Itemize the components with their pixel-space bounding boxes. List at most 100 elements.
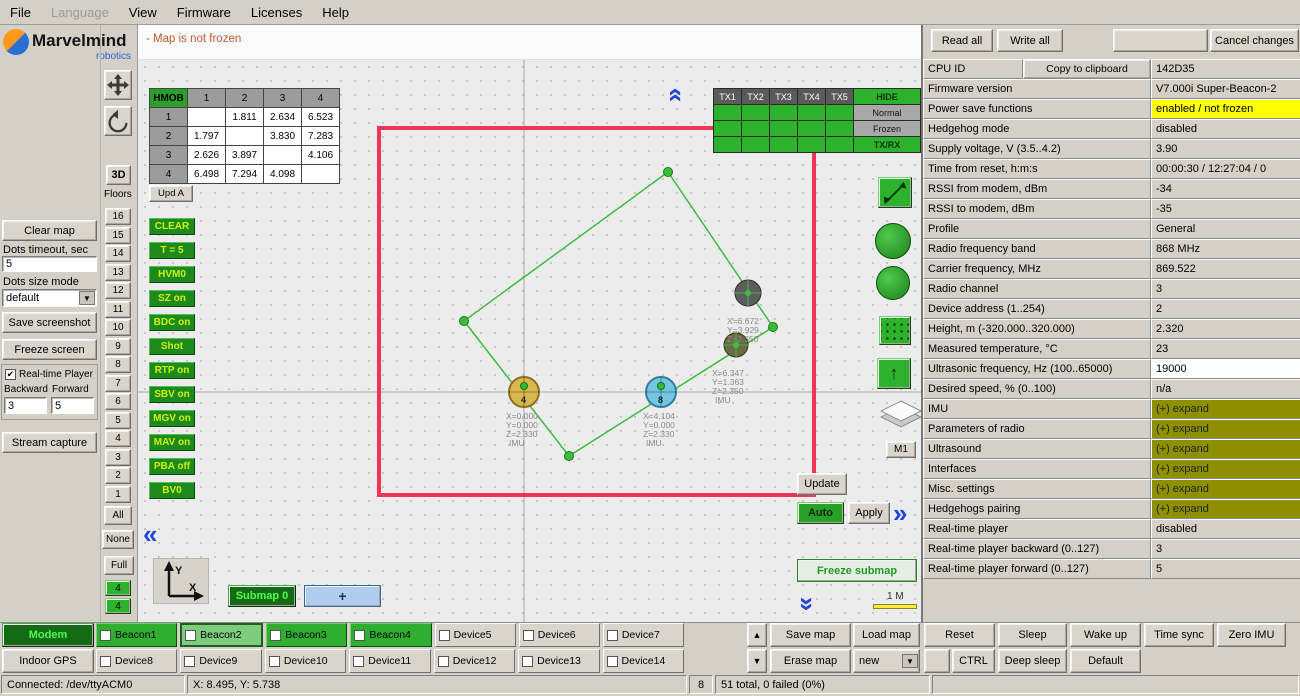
add-submap-button[interactable]: + bbox=[304, 585, 381, 607]
floor-number-button[interactable]: 14 bbox=[105, 245, 131, 262]
tx-cell[interactable] bbox=[742, 121, 769, 136]
tx-cell[interactable] bbox=[742, 137, 769, 152]
parameter-row[interactable]: Time from reset, h:m:s 00:00:30 / 12:27:… bbox=[923, 159, 1300, 179]
map-area[interactable]: - Map is not frozen bbox=[137, 25, 922, 622]
parameter-value[interactable]: (+) expand bbox=[1151, 439, 1300, 459]
update-button[interactable]: Update bbox=[797, 473, 847, 495]
m1-button[interactable]: M1 bbox=[886, 441, 916, 458]
device-checkbox[interactable] bbox=[439, 630, 450, 641]
device-checkbox[interactable] bbox=[269, 656, 280, 667]
cancel-changes-button[interactable]: Cancel changes bbox=[1210, 29, 1299, 52]
device-button[interactable]: Beacon2 bbox=[180, 623, 263, 647]
device-button[interactable]: Device12 bbox=[434, 649, 515, 673]
map-command-button[interactable]: RTP on bbox=[149, 362, 195, 379]
device-checkbox[interactable] bbox=[353, 656, 364, 667]
beacon-8-marker[interactable]: 8 bbox=[646, 377, 676, 407]
read-all-button[interactable]: Read all bbox=[931, 29, 993, 52]
parameter-row[interactable]: Hedgehog mode disabled bbox=[923, 119, 1300, 139]
floor-number-button[interactable]: 13 bbox=[105, 264, 131, 281]
device-checkbox[interactable] bbox=[184, 656, 195, 667]
device-button[interactable]: Beacon4 bbox=[350, 623, 431, 647]
freeze-screen-button[interactable]: Freeze screen bbox=[2, 339, 97, 360]
floors-all-button[interactable]: All bbox=[104, 506, 132, 525]
tx-cell[interactable] bbox=[770, 121, 797, 136]
tx-cell[interactable] bbox=[770, 137, 797, 152]
chevron-down-icon[interactable]: » bbox=[795, 597, 821, 611]
backward-input[interactable] bbox=[4, 397, 47, 414]
device-button[interactable]: Beacon1 bbox=[96, 623, 177, 647]
device-checkbox[interactable] bbox=[523, 630, 534, 641]
map-command-button[interactable]: HVM0 bbox=[149, 266, 195, 283]
submap-0-button[interactable]: Submap 0 bbox=[228, 585, 296, 607]
device-button[interactable]: Device6 bbox=[519, 623, 600, 647]
parameter-value[interactable]: (+) expand bbox=[1151, 419, 1300, 439]
beacon-4-marker[interactable]: 4 bbox=[509, 377, 539, 407]
clear-map-button[interactable]: Clear map bbox=[2, 220, 97, 241]
dots-size-mode-select[interactable]: default ▼ bbox=[2, 289, 97, 307]
parameter-value[interactable]: General bbox=[1151, 219, 1300, 239]
parameter-value[interactable]: n/a bbox=[1151, 379, 1300, 399]
chevron-left-icon[interactable]: « bbox=[143, 521, 157, 547]
map-command-button[interactable]: MGV on bbox=[149, 410, 195, 427]
tx-cell[interactable] bbox=[826, 137, 853, 152]
device-button[interactable]: Device5 bbox=[435, 623, 516, 647]
device-button[interactable]: Device8 bbox=[96, 649, 177, 673]
tx-cell[interactable] bbox=[742, 105, 769, 120]
modem-button[interactable]: Modem bbox=[2, 623, 94, 647]
parameter-row[interactable]: Desired speed, % (0..100) n/a bbox=[923, 379, 1300, 399]
parameter-value[interactable]: (+) expand bbox=[1151, 499, 1300, 519]
floor-number-button[interactable]: 3 bbox=[105, 449, 131, 466]
map-command-button[interactable]: MAV on bbox=[149, 434, 195, 451]
indoor-gps-button[interactable]: Indoor GPS bbox=[2, 649, 94, 673]
floor-number-button[interactable]: 11 bbox=[105, 301, 131, 318]
parameter-row[interactable]: RSSI from modem, dBm -34 bbox=[923, 179, 1300, 199]
device-scroll-up-button[interactable]: ▲ bbox=[747, 623, 767, 647]
parameter-row[interactable]: Power save functions enabled / not froze… bbox=[923, 99, 1300, 119]
copy-to-clipboard-button[interactable]: Copy to clipboard bbox=[1023, 59, 1151, 79]
reset-button[interactable]: Reset bbox=[924, 623, 995, 647]
parameter-value[interactable]: 3.90 bbox=[1151, 139, 1300, 159]
parameter-value[interactable]: 3 bbox=[1151, 539, 1300, 559]
floor-number-button[interactable]: 7 bbox=[105, 375, 131, 392]
layers-icon[interactable] bbox=[880, 397, 922, 439]
floor-number-button[interactable]: 1 bbox=[105, 486, 131, 503]
parameter-value[interactable]: 23 bbox=[1151, 339, 1300, 359]
parameter-value[interactable]: 19000 bbox=[1151, 359, 1300, 379]
parameter-value[interactable]: disabled bbox=[1151, 119, 1300, 139]
floors-none-button[interactable]: None bbox=[102, 530, 134, 549]
parameter-value[interactable]: (+) expand bbox=[1151, 479, 1300, 499]
tx-hide-button[interactable]: HIDE bbox=[854, 89, 920, 104]
parameter-row[interactable]: Real-time player disabled bbox=[923, 519, 1300, 539]
parameter-row[interactable]: Radio channel 3 bbox=[923, 279, 1300, 299]
device-button[interactable]: Beacon3 bbox=[266, 623, 347, 647]
map-command-button[interactable]: BDC on bbox=[149, 314, 195, 331]
parameter-row[interactable]: Hedgehogs pairing (+) expand bbox=[923, 499, 1300, 519]
device-button[interactable]: Device7 bbox=[603, 623, 684, 647]
map-command-button[interactable]: SZ on bbox=[149, 290, 195, 307]
pan-tool-button[interactable] bbox=[104, 70, 132, 100]
floor-number-button[interactable]: 16 bbox=[105, 208, 131, 225]
tx-txrx-button[interactable]: TX/RX bbox=[854, 137, 920, 152]
device-checkbox[interactable] bbox=[522, 656, 533, 667]
tx-cell[interactable] bbox=[714, 105, 741, 120]
device-checkbox[interactable] bbox=[100, 656, 111, 667]
device-scroll-down-button[interactable]: ▼ bbox=[747, 649, 767, 673]
parameter-value[interactable]: -35 bbox=[1151, 199, 1300, 219]
parameter-value[interactable]: 00:00:30 / 12:27:04 / 0 bbox=[1151, 159, 1300, 179]
ctrl-indicator-box[interactable] bbox=[924, 649, 950, 673]
parameter-row[interactable]: Ultrasound (+) expand bbox=[923, 439, 1300, 459]
time-sync-button[interactable]: Time sync bbox=[1144, 623, 1214, 647]
map-command-button[interactable]: CLEAR bbox=[149, 218, 195, 235]
realtime-player-checkbox[interactable]: ✔ bbox=[5, 369, 16, 380]
menu-item[interactable]: Licenses bbox=[251, 5, 302, 20]
stream-capture-button[interactable]: Stream capture bbox=[2, 432, 97, 453]
erase-map-button[interactable]: Erase map bbox=[770, 649, 851, 673]
parameter-row[interactable]: Ultrasonic frequency, Hz (100..65000) 19… bbox=[923, 359, 1300, 379]
parameter-value[interactable]: 2.320 bbox=[1151, 319, 1300, 339]
floor-number-button[interactable]: 12 bbox=[105, 282, 131, 299]
dots-timeout-input[interactable] bbox=[2, 256, 97, 272]
tx-cell[interactable] bbox=[798, 137, 825, 152]
map-command-button[interactable]: SBV on bbox=[149, 386, 195, 403]
floor-number-button[interactable]: 10 bbox=[105, 319, 131, 336]
parameter-value[interactable]: 2 bbox=[1151, 299, 1300, 319]
